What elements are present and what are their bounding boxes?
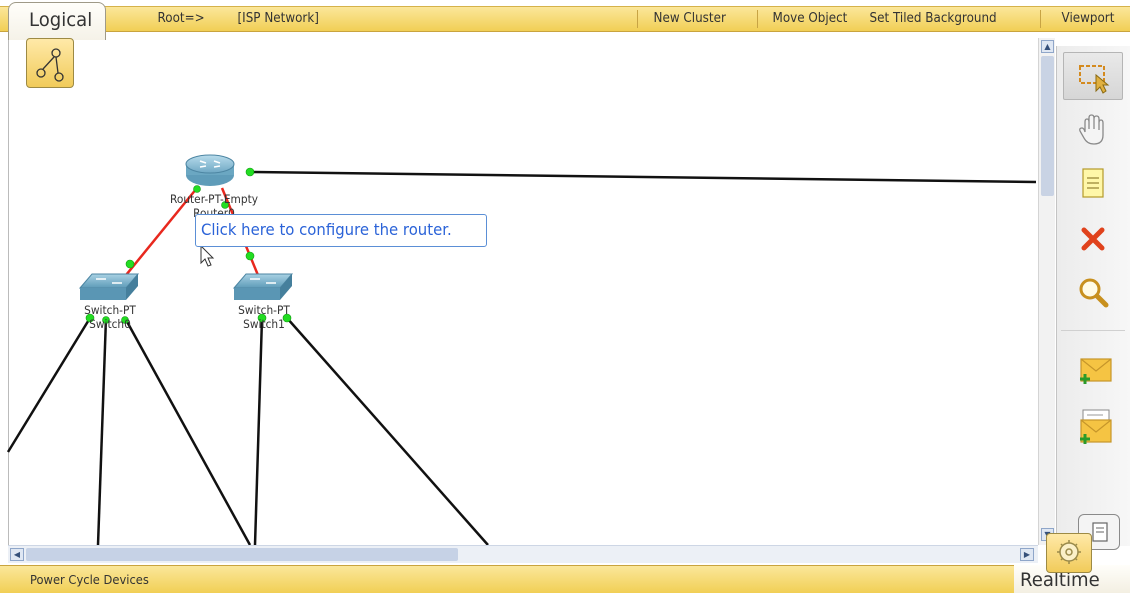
link-switch0-c[interactable] [123, 317, 252, 546]
link-switch1-a[interactable] [253, 317, 264, 546]
switch-icon[interactable] [232, 273, 294, 300]
vertical-scrollbar[interactable]: ▲ ▼ [1038, 38, 1055, 545]
add-complex-pdu-icon [1080, 409, 1112, 444]
add-simple-pdu-icon [1080, 358, 1112, 384]
switch0-label: Switch-PT Switch0 [71, 303, 148, 331]
add-simple-pdu-tool[interactable] [1063, 346, 1123, 394]
inspect-zoom-icon [1079, 278, 1109, 308]
horizontal-scroll-thumb[interactable] [26, 548, 458, 561]
power-cycle-label: Power Cycle Devices [30, 572, 149, 587]
router-tooltip: Click here to configure the router. [195, 214, 487, 247]
logical-topology-icon [36, 48, 64, 82]
link-switch0-a[interactable] [6, 317, 92, 453]
note-icon [1082, 168, 1104, 198]
logical-view-icon[interactable] [26, 36, 81, 88]
scroll-left-icon[interactable]: ◀ [10, 548, 24, 561]
link-switch0-b[interactable] [96, 317, 108, 546]
link-switch1-b[interactable] [286, 317, 489, 546]
delete-tool[interactable] [1063, 214, 1123, 262]
router-icon[interactable] [185, 154, 235, 186]
link-router-cloud[interactable] [249, 170, 1037, 184]
switch1-label: Switch-PT Switch1 [225, 303, 302, 331]
select-tool[interactable] [1063, 52, 1123, 100]
inspect-tool[interactable] [1063, 268, 1123, 316]
bottom-toolbar: Power Cycle Devices [0, 565, 1130, 593]
router-model-label: Router-PT-Empty [169, 192, 259, 206]
scroll-right-icon[interactable]: ▶ [1020, 548, 1034, 561]
logical-tab[interactable]: Logical [8, 2, 106, 40]
switch-icon[interactable] [78, 273, 140, 300]
toolbar-divider [1061, 330, 1125, 331]
add-complex-pdu-tool[interactable] [1063, 400, 1123, 448]
power-cycle-devices-button[interactable]: Power Cycle Devices [30, 566, 159, 594]
horizontal-scrollbar[interactable]: ◀ ▶ [8, 545, 1038, 563]
switch1-name-label: Switch1 [243, 317, 285, 331]
hand-move-icon [1079, 114, 1104, 145]
scroll-up-icon[interactable]: ▲ [1041, 40, 1054, 53]
logical-tab-label: Logical [29, 9, 93, 31]
clock-gear-icon [1057, 540, 1081, 564]
select-icon [1079, 65, 1110, 94]
tooltip-text: Click here to configure the router. [201, 220, 452, 239]
mouse-cursor-icon [200, 244, 215, 267]
realtime-mode-icon[interactable] [1046, 533, 1092, 573]
topology-canvas [6, 154, 1037, 546]
switch0-model-label: Switch-PT [84, 303, 136, 317]
place-note-tool[interactable] [1063, 160, 1123, 208]
delete-icon [1081, 227, 1105, 251]
switch0-name-label: Switch0 [89, 317, 131, 331]
switch1-model-label: Switch-PT [238, 303, 290, 317]
common-tools-bar [1056, 46, 1130, 546]
move-layout-tool[interactable] [1063, 106, 1123, 154]
vertical-scroll-thumb[interactable] [1041, 56, 1054, 196]
